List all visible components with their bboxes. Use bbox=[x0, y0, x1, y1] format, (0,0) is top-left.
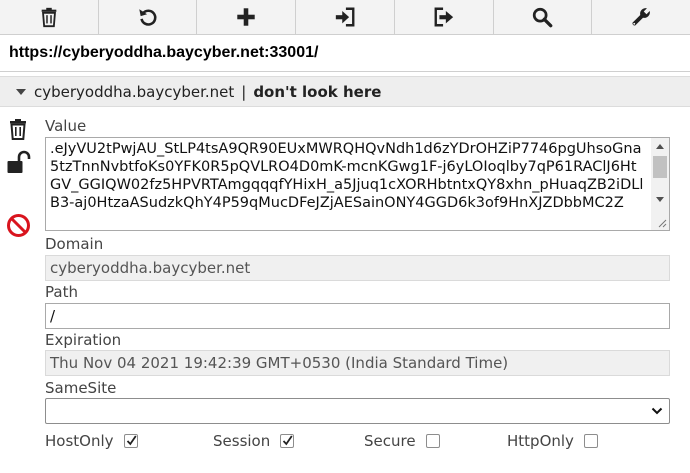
path-label: Path bbox=[45, 283, 78, 301]
scroll-up-arrow-icon[interactable] bbox=[656, 144, 664, 149]
scroll-down-arrow-icon[interactable] bbox=[656, 197, 664, 202]
delete-all-button[interactable] bbox=[0, 0, 99, 34]
expand-triangle-icon[interactable] bbox=[16, 88, 26, 95]
cookie-domain-header: cyberyoddha.baycyber.net bbox=[34, 82, 235, 101]
domain-field: cyberyoddha.baycyber.net bbox=[45, 255, 670, 281]
header-separator: | bbox=[241, 82, 247, 101]
export-button[interactable] bbox=[395, 0, 494, 34]
session-label: Session bbox=[213, 432, 271, 450]
expiration-label: Expiration bbox=[45, 331, 122, 349]
secure-flag: Secure bbox=[364, 432, 440, 450]
cookie-flags: HostOnly Session Secure HttpOnly bbox=[45, 432, 670, 454]
path-field[interactable]: / bbox=[45, 303, 670, 329]
import-icon bbox=[335, 7, 355, 27]
block-icon[interactable] bbox=[6, 213, 31, 238]
expiration-field: Thu Nov 04 2021 19:42:39 GMT+0530 (India… bbox=[45, 350, 670, 376]
toolbar bbox=[0, 0, 690, 35]
current-url: https://cyberyoddha.baycyber.net:33001/ bbox=[0, 35, 690, 72]
domain-label: Domain bbox=[45, 235, 104, 253]
trash-icon[interactable] bbox=[6, 117, 30, 141]
search-icon bbox=[533, 7, 553, 28]
secure-checkbox[interactable] bbox=[425, 434, 440, 448]
cookie-header[interactable]: cyberyoddha.baycyber.net | don't look he… bbox=[0, 76, 690, 107]
hostonly-flag: HostOnly bbox=[45, 432, 138, 450]
httponly-label: HttpOnly bbox=[507, 432, 574, 450]
search-button[interactable] bbox=[494, 0, 593, 34]
cookie-name: don't look here bbox=[253, 82, 382, 101]
wrench-icon bbox=[632, 8, 651, 26]
secure-label: Secure bbox=[364, 432, 416, 450]
checkmark-icon bbox=[126, 435, 137, 446]
value-label: Value bbox=[45, 117, 87, 135]
hostonly-label: HostOnly bbox=[45, 432, 114, 450]
samesite-select[interactable] bbox=[45, 398, 670, 424]
samesite-label: SameSite bbox=[45, 379, 117, 397]
resize-grip-icon[interactable] bbox=[657, 218, 667, 228]
httponly-checkbox[interactable] bbox=[583, 434, 598, 448]
export-icon bbox=[434, 7, 453, 27]
scroll-thumb[interactable] bbox=[653, 156, 667, 178]
checkmark-icon bbox=[283, 435, 293, 446]
value-scrollbar[interactable] bbox=[651, 138, 669, 230]
plus-icon bbox=[237, 8, 256, 26]
hostonly-checkbox[interactable] bbox=[123, 434, 138, 448]
import-button[interactable] bbox=[296, 0, 395, 34]
options-button[interactable] bbox=[592, 0, 690, 34]
reset-button[interactable] bbox=[99, 0, 198, 34]
trash-icon bbox=[41, 7, 57, 28]
unlock-icon[interactable] bbox=[6, 150, 32, 176]
httponly-flag: HttpOnly bbox=[507, 432, 598, 450]
value-textarea[interactable]: .eJyVU2tPwjAU_StLP4tsA9QR90EUxMWRQHQvNdh… bbox=[45, 137, 670, 231]
session-checkbox[interactable] bbox=[280, 434, 295, 448]
cookie-value-text: .eJyVU2tPwjAU_StLP4tsA9QR90EUxMWRQHQvNdh… bbox=[50, 141, 644, 211]
refresh-icon bbox=[138, 9, 157, 26]
chevron-down-icon bbox=[651, 407, 663, 415]
add-button[interactable] bbox=[197, 0, 297, 34]
session-flag: Session bbox=[213, 432, 295, 450]
